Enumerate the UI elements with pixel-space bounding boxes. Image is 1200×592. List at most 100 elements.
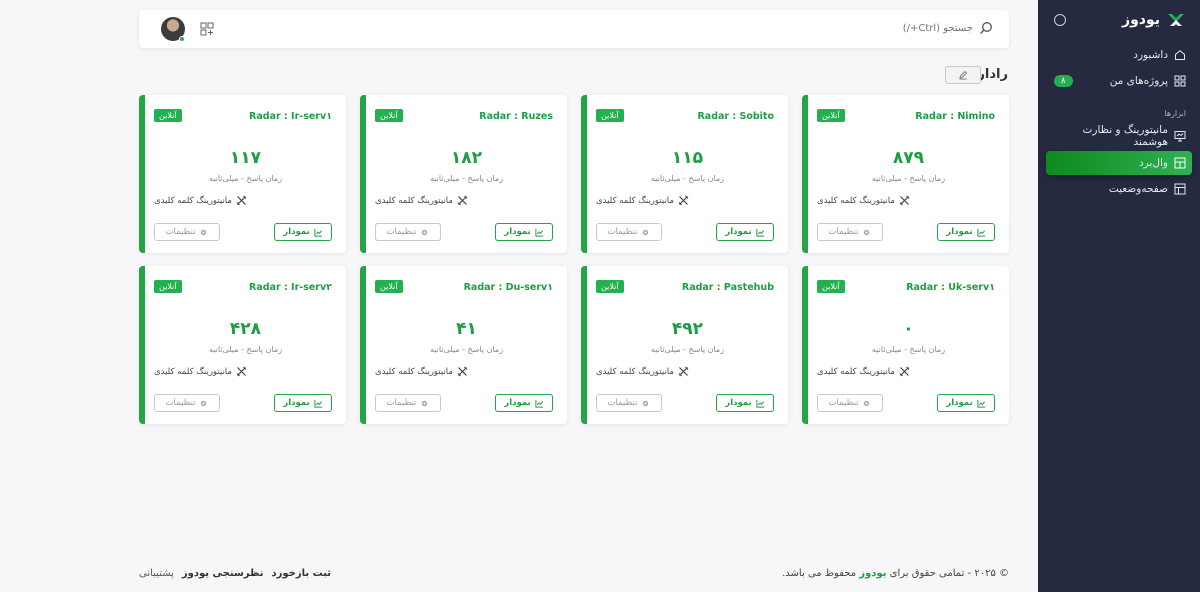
sidebar: یودوز داشبورد پروژه‌های من ۸ ابزارها مان…: [1038, 0, 1200, 592]
chart-button-label: نمودار: [504, 398, 531, 408]
settings-button[interactable]: تنظیمات: [154, 223, 220, 241]
keyword-monitoring-row: مانیتورینگ کلمه کلیدی: [154, 366, 247, 377]
chart-button[interactable]: نمودار: [495, 223, 553, 241]
sidebar-item-label: وال‌برد: [1138, 157, 1168, 169]
radar-card: Radar : Nimino آنلاین ۸۷۹ زمان پاسخ - می…: [802, 95, 1009, 253]
chart-button[interactable]: نمودار: [274, 223, 332, 241]
settings-button[interactable]: تنظیمات: [154, 394, 220, 412]
search-box[interactable]: [883, 21, 993, 35]
copyright-suffix: محفوظ می باشد.: [782, 568, 857, 579]
sidebar-item-label: پروژه‌های من: [1109, 75, 1168, 87]
sidebar-item-monitoring[interactable]: مانیتورینگ و نظارت هوشمند: [1046, 124, 1192, 148]
online-status-badge: آنلاین: [817, 109, 845, 122]
gear-icon: [201, 400, 207, 406]
chart-button[interactable]: نمودار: [274, 394, 332, 412]
radar-card: Radar : Ir-serv۱ آنلاین ۱۱۷ زمان پاسخ - …: [139, 95, 346, 253]
search-input[interactable]: [883, 22, 973, 34]
sidebar-item-my-projects[interactable]: پروژه‌های من ۸: [1046, 70, 1192, 92]
copyright-prefix: © ۲۰۲۵ - تمامی حقوق برای: [889, 568, 1009, 579]
online-status-badge: آنلاین: [596, 109, 624, 122]
sidebar-toggle-icon[interactable]: [1054, 14, 1066, 26]
keyword-monitoring-row: مانیتورینگ کلمه کلیدی: [817, 195, 910, 206]
response-time-label: زمان پاسخ - میلی‌ثانیه: [650, 174, 725, 183]
sidebar-item-wallboard[interactable]: وال‌برد: [1046, 151, 1192, 175]
gear-icon: [864, 229, 870, 235]
settings-button[interactable]: تنظیمات: [375, 394, 441, 412]
keyword-monitoring-label: مانیتورینگ کلمه کلیدی: [596, 195, 674, 206]
sidebar-item-dashboard[interactable]: داشبورد: [1046, 44, 1192, 66]
top-header: [139, 10, 1009, 48]
settings-button-label: تنظیمات: [165, 398, 196, 408]
footer-link-support[interactable]: پشتیبانی: [139, 568, 174, 579]
response-time-value: ۴۱: [456, 319, 477, 339]
chart-button[interactable]: نمودار: [937, 394, 995, 412]
brand[interactable]: یودوز: [1122, 10, 1186, 30]
keyword-monitoring-label: مانیتورینگ کلمه کلیدی: [817, 366, 895, 377]
status-page-icon: [1174, 183, 1186, 195]
gear-icon: [422, 229, 428, 235]
chart-button-label: نمودار: [946, 227, 973, 237]
settings-button-label: تنظیمات: [607, 398, 638, 408]
chart-button-label: نمودار: [504, 227, 531, 237]
edit-icon: [959, 70, 968, 80]
radar-card: Radar : Uk-serv۱ آنلاین ۰ زمان پاسخ - می…: [802, 266, 1009, 424]
card-title: Radar : Ir-serv۱: [249, 111, 332, 122]
keyword-monitoring-row: مانیتورینگ کلمه کلیدی: [596, 366, 689, 377]
footer-link-survey[interactable]: نظرسنجی یودوز: [182, 568, 264, 579]
brand-logo-icon: [1168, 14, 1184, 26]
tools-icon: [678, 195, 689, 206]
settings-button[interactable]: تنظیمات: [817, 223, 883, 241]
response-time-value: ۱۸۲: [450, 148, 483, 168]
chart-icon: [756, 228, 764, 237]
response-time-value: ۱۱۵: [671, 148, 704, 168]
gear-icon: [201, 229, 207, 235]
settings-button-label: تنظیمات: [165, 227, 196, 237]
chart-button[interactable]: نمودار: [716, 223, 774, 241]
radar-card: Radar : Sobito آنلاین ۱۱۵ زمان پاسخ - می…: [581, 95, 788, 253]
response-time-value: ۴۹۲: [671, 319, 704, 339]
chart-button[interactable]: نمودار: [495, 394, 553, 412]
footer-links: ثبت بازخورد نظرسنجی یودوز پشتیبانی: [139, 568, 331, 579]
card-title: Radar : Uk-serv۱: [906, 282, 995, 293]
online-status-badge: آنلاین: [154, 280, 182, 293]
chart-icon: [314, 399, 322, 408]
card-title: Radar : Du-serv۱: [463, 282, 553, 293]
settings-button[interactable]: تنظیمات: [596, 223, 662, 241]
settings-button[interactable]: تنظیمات: [596, 394, 662, 412]
response-time-value: ۸۷۹: [892, 148, 925, 168]
chart-icon: [314, 228, 322, 237]
keyword-monitoring-label: مانیتورینگ کلمه کلیدی: [375, 195, 453, 206]
keyword-monitoring-label: مانیتورینگ کلمه کلیدی: [375, 366, 453, 377]
response-time-value: ۰: [903, 319, 914, 339]
copyright-brand-link[interactable]: یودوز: [859, 568, 886, 579]
response-time-label: زمان پاسخ - میلی‌ثانیه: [208, 345, 283, 354]
copyright-text: © ۲۰۲۵ - تمامی حقوق برای یودوز محفوظ می …: [782, 568, 1009, 579]
keyword-monitoring-row: مانیتورینگ کلمه کلیدی: [596, 195, 689, 206]
layout-icon: [1174, 157, 1186, 169]
gear-icon: [643, 400, 649, 406]
settings-button[interactable]: تنظیمات: [375, 223, 441, 241]
response-time-label: زمان پاسخ - میلی‌ثانیه: [650, 345, 725, 354]
radar-card: Radar : Ir-serv۲ آنلاین ۴۲۸ زمان پاسخ - …: [139, 266, 346, 424]
footer-link-feedback[interactable]: ثبت بازخورد: [272, 568, 332, 579]
settings-button-label: تنظیمات: [828, 398, 859, 408]
chart-button[interactable]: نمودار: [937, 223, 995, 241]
add-widget-icon[interactable]: [200, 22, 214, 36]
tools-icon: [899, 195, 910, 206]
response-time-value: ۱۱۷: [229, 148, 262, 168]
gear-icon: [422, 400, 428, 406]
chart-icon: [977, 399, 985, 408]
edit-title-button[interactable]: [945, 66, 981, 84]
chart-button[interactable]: نمودار: [716, 394, 774, 412]
keyword-monitoring-label: مانیتورینگ کلمه کلیدی: [596, 366, 674, 377]
keyword-monitoring-row: مانیتورینگ کلمه کلیدی: [817, 366, 910, 377]
online-status-badge: آنلاین: [596, 280, 624, 293]
sidebar-item-label: داشبورد: [1133, 49, 1168, 61]
tools-icon: [899, 366, 910, 377]
settings-button[interactable]: تنظیمات: [817, 394, 883, 412]
sidebar-item-status-page[interactable]: صفحه‌وضعیت: [1046, 178, 1192, 200]
settings-button-label: تنظیمات: [386, 398, 417, 408]
tools-icon: [236, 195, 247, 206]
keyword-monitoring-row: مانیتورینگ کلمه کلیدی: [154, 195, 247, 206]
response-time-label: زمان پاسخ - میلی‌ثانیه: [871, 174, 946, 183]
